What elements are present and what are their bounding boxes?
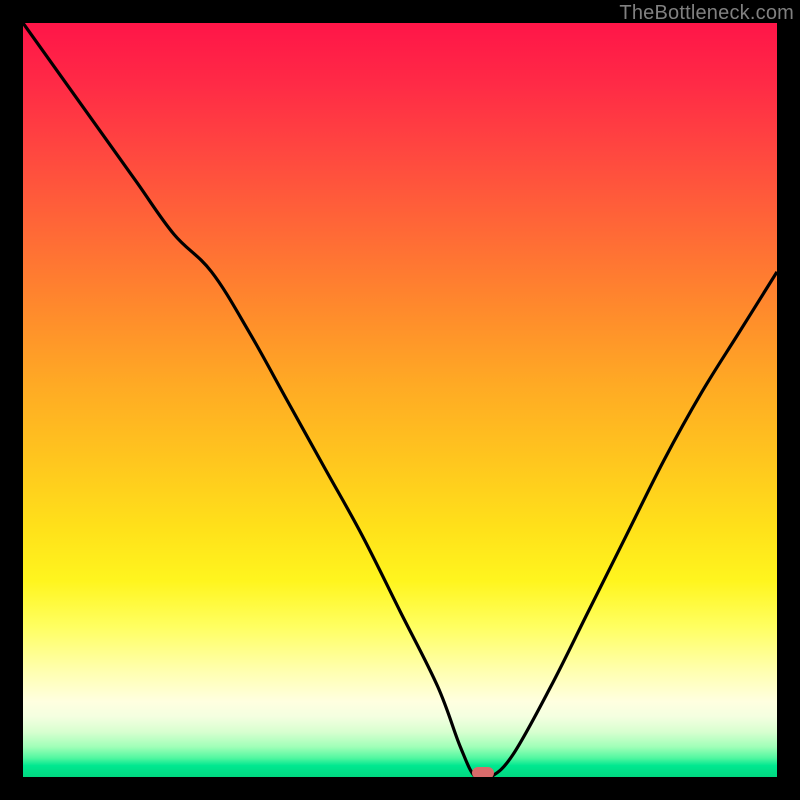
bottleneck-curve (23, 23, 777, 777)
optimal-point-marker (472, 767, 494, 777)
chart-frame: TheBottleneck.com (0, 0, 800, 800)
plot-area (23, 23, 777, 777)
watermark-text: TheBottleneck.com (619, 2, 794, 25)
curve-path (23, 23, 777, 777)
